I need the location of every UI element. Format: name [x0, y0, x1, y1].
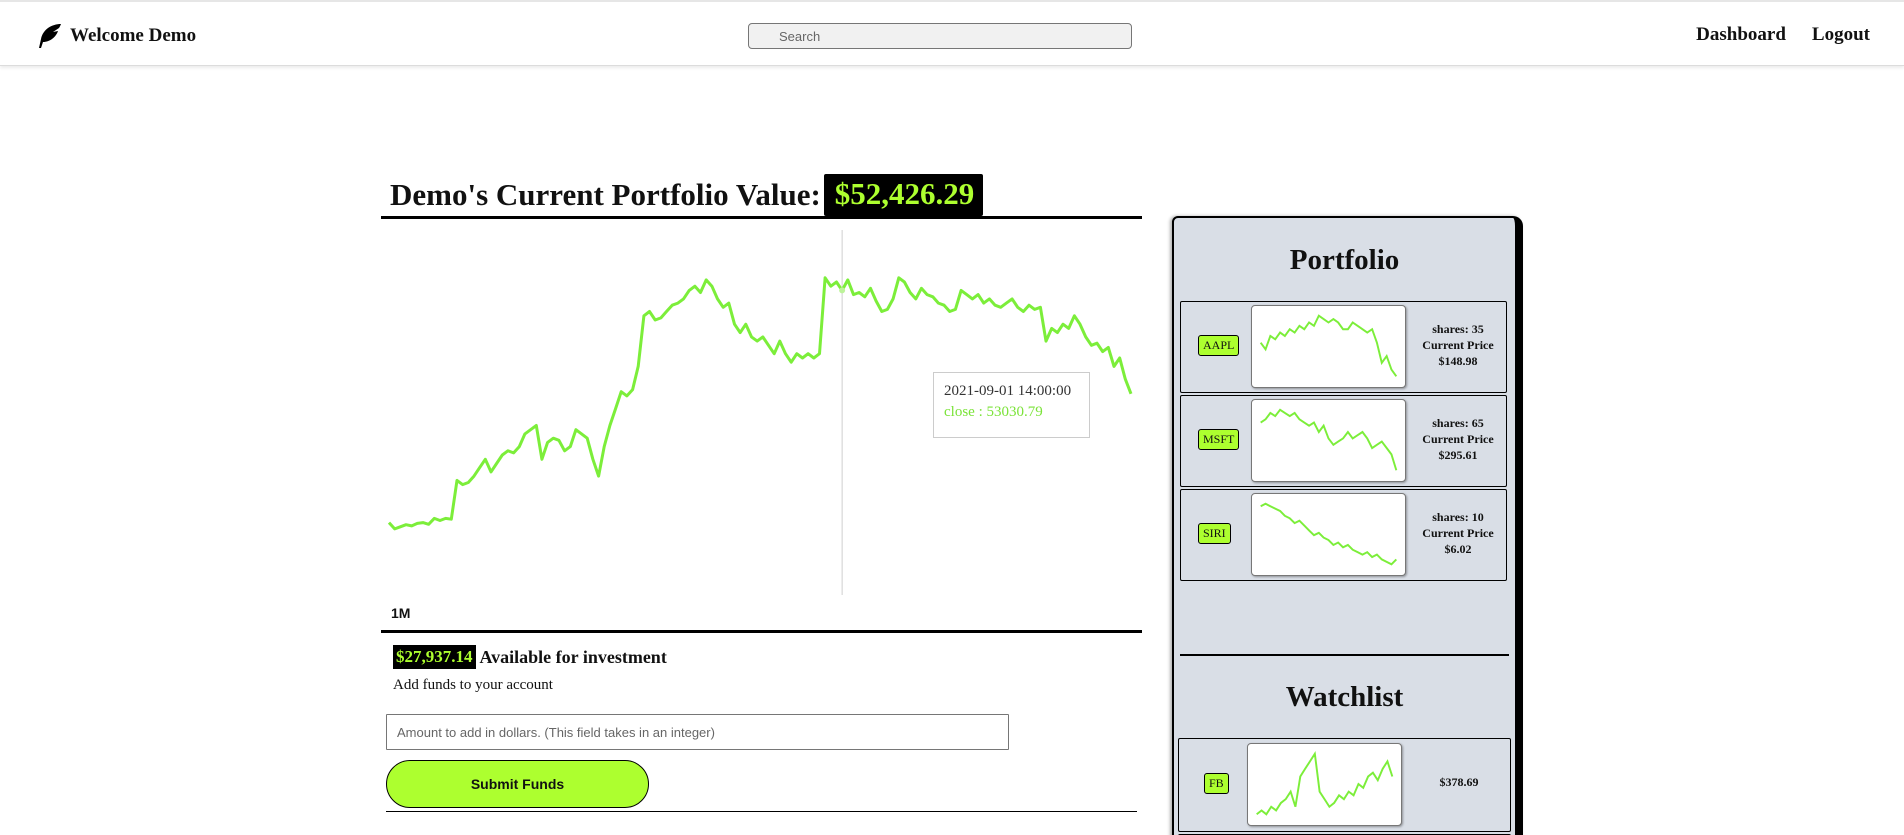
nav-links: Dashboard Logout [1696, 24, 1870, 46]
sparkline-chart [1251, 399, 1406, 482]
nav-link-dashboard[interactable]: Dashboard [1696, 24, 1786, 46]
holding-price: $6.02 [1444, 542, 1472, 556]
sparkline-line [1260, 502, 1398, 566]
sparkline-chart [1251, 305, 1406, 388]
navbar: Welcome Demo Dashboard Logout [0, 0, 1904, 66]
feather-icon [39, 24, 61, 48]
divider [381, 630, 1142, 633]
holding-price: $295.61 [1438, 448, 1478, 462]
ticker-badge[interactable]: MSFT [1198, 429, 1240, 450]
holding-info: shares: 10 Current Price $6.02 [1413, 509, 1503, 557]
ticker-badge[interactable]: FB [1204, 773, 1229, 794]
sparkline-line [1259, 314, 1398, 377]
portfolio-value: $52,426.29 [823, 174, 984, 216]
holding-card-siri[interactable]: SIRI shares: 10 Current Price $6.02 [1180, 489, 1507, 581]
holding-info: shares: 35 Current Price $148.98 [1413, 321, 1503, 369]
divider [386, 811, 1137, 812]
sparkline-chart [1251, 493, 1406, 576]
amount-input[interactable] [386, 714, 1009, 750]
sidebar: Portfolio AAPL shares: 35 Current Price … [1172, 216, 1523, 835]
watchlist-card-fb[interactable]: FB $378.69 [1178, 738, 1511, 832]
divider [1180, 654, 1509, 656]
holding-shares: shares: 35 [1432, 322, 1484, 336]
range-selector-1m[interactable]: 1M [391, 605, 410, 621]
ticker-badge[interactable]: AAPL [1198, 335, 1240, 356]
available-funds: $27,937.14 Available for investment [393, 645, 667, 669]
sidebar-portfolio-title: Portfolio [1289, 244, 1400, 276]
watchlist-price: $378.69 [1439, 775, 1479, 789]
brand[interactable]: Welcome Demo [34, 21, 196, 51]
holding-card-aapl[interactable]: AAPL shares: 35 Current Price $148.98 [1180, 301, 1507, 393]
search-input[interactable] [748, 23, 1132, 49]
holding-price: $148.98 [1438, 354, 1478, 368]
divider [381, 216, 1142, 219]
sparkline-line [1256, 750, 1394, 816]
holding-price-label: Current Price [1422, 526, 1494, 540]
available-funds-amount: $27,937.14 [393, 645, 476, 669]
add-funds-label: Add funds to your account [393, 677, 553, 693]
brand-text: Welcome Demo [70, 25, 197, 46]
sparkline-chart [1247, 743, 1402, 826]
sidebar-watchlist-title: Watchlist [1285, 681, 1404, 713]
holding-shares: shares: 10 [1432, 510, 1484, 524]
holding-info: shares: 65 Current Price $295.61 [1413, 415, 1503, 463]
ticker-badge[interactable]: SIRI [1198, 523, 1231, 544]
submit-funds-button[interactable]: Submit Funds [386, 760, 649, 808]
available-funds-label: Available for investment [479, 646, 667, 667]
nav-link-logout[interactable]: Logout [1812, 24, 1870, 46]
chart-hover-point [839, 287, 846, 294]
holding-card-msft[interactable]: MSFT shares: 65 Current Price $295.61 [1180, 395, 1507, 487]
tooltip-date: 2021-09-01 14:00:00 [944, 383, 1072, 399]
tooltip-close: close : 53030.79 [944, 404, 1043, 420]
portfolio-value-label: Demo's Current Portfolio Value: [390, 177, 821, 212]
chart-tooltip: 2021-09-01 14:00:00 close : 53030.79 [933, 372, 1090, 438]
holding-price-label: Current Price [1422, 338, 1494, 352]
holding-shares: shares: 65 [1432, 416, 1484, 430]
portfolio-value-heading: Demo's Current Portfolio Value: $52,426.… [390, 174, 984, 216]
holding-price-label: Current Price [1422, 432, 1494, 446]
sparkline-line [1260, 408, 1398, 471]
